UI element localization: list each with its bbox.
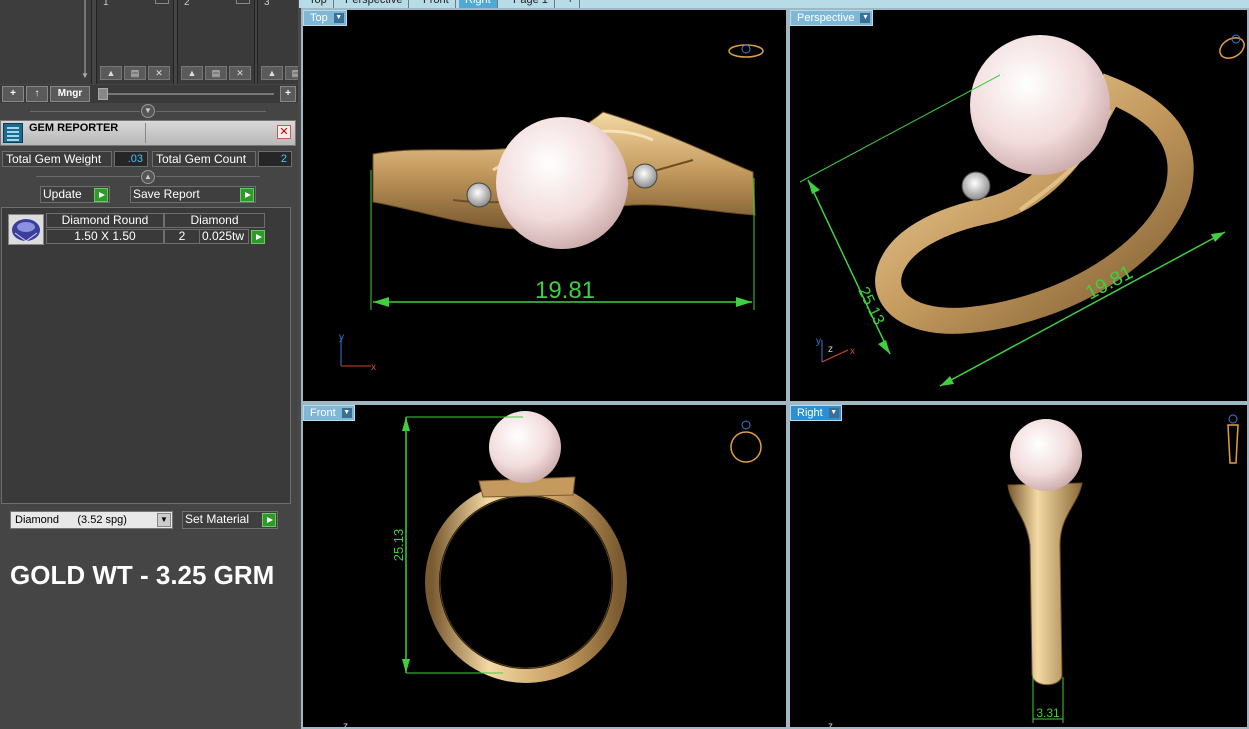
gem-reporter-header: GEM REPORTER ✕ bbox=[0, 120, 296, 146]
left-panel: ▼ 1 ▲ ▤ ✕ 2 ▲ ▤ ✕ 3 ▲ ▤ + ↑ Mngr + ▼ GEM… bbox=[0, 0, 298, 729]
tab-page-1[interactable]: Page 1 bbox=[507, 0, 555, 8]
play-icon bbox=[94, 188, 108, 202]
slot-save-icon[interactable]: ▤ bbox=[205, 66, 227, 80]
move-up-button[interactable]: ↑ bbox=[26, 86, 48, 102]
gold-weight-annotation: GOLD WT - 3.25 GRM bbox=[10, 560, 275, 590]
viewport-perspective[interactable]: 25.13 19.81 y z x Perspective ▼ bbox=[788, 8, 1249, 403]
gem-quantity: 2 bbox=[164, 229, 200, 244]
close-icon[interactable]: ✕ bbox=[277, 125, 291, 139]
layer-slot-3[interactable]: 3 ▲ ▤ bbox=[257, 0, 298, 84]
gem-list: Diamond Round 1.50 X 1.50 Diamond 2 0.02… bbox=[1, 207, 291, 504]
set-material-button[interactable]: Set Material bbox=[182, 511, 278, 529]
chevron-down-icon[interactable]: ▼ bbox=[333, 13, 344, 23]
front-view-render: 25.13 z bbox=[343, 411, 762, 729]
play-icon bbox=[240, 188, 254, 202]
slot-save-icon[interactable]: ▤ bbox=[285, 66, 298, 80]
collapse-toggle-icon[interactable]: ▼ bbox=[141, 104, 155, 118]
axis-x-label: x bbox=[371, 362, 376, 373]
update-label: Update bbox=[43, 187, 82, 201]
slot-close-icon[interactable]: ✕ bbox=[229, 66, 251, 80]
axis-z-label: z bbox=[828, 721, 833, 729]
update-button[interactable]: Update bbox=[40, 186, 110, 203]
material-selected: Diamond (3.52 spg) bbox=[15, 514, 127, 526]
slot-preview-icon bbox=[155, 0, 169, 4]
slot-up-icon[interactable]: ▲ bbox=[100, 66, 122, 80]
slot-save-icon[interactable]: ▤ bbox=[124, 66, 146, 80]
top-view-render: 19.81 y x bbox=[339, 44, 764, 373]
slot-up-icon[interactable]: ▲ bbox=[261, 66, 283, 80]
gem-material: Diamond bbox=[164, 213, 265, 228]
ring-thumbnail-icon bbox=[730, 420, 762, 463]
slider-handle[interactable] bbox=[98, 88, 108, 100]
chevron-down-icon[interactable]: ▼ bbox=[157, 513, 171, 527]
axis-z-label: z bbox=[828, 344, 833, 355]
gem-weight: 0.025tw bbox=[199, 229, 249, 244]
row-action-icon[interactable] bbox=[251, 230, 265, 244]
total-gem-weight-label: Total Gem Weight bbox=[2, 151, 112, 167]
right-dimension-label: 3.31 bbox=[1036, 706, 1060, 720]
viewport-label-right[interactable]: Right ▼ bbox=[790, 405, 842, 421]
ring-thumbnail-icon bbox=[728, 44, 764, 58]
gem-shape: Diamond Round bbox=[46, 213, 164, 228]
gem-reporter-title: GEM REPORTER bbox=[29, 122, 119, 134]
ring-thumbnail-icon bbox=[1227, 414, 1239, 464]
gem-size: 1.50 X 1.50 bbox=[46, 229, 164, 244]
axis-x-label: x bbox=[850, 346, 855, 357]
chevron-down-icon[interactable]: ▼ bbox=[341, 408, 352, 418]
tab-perspective[interactable]: Perspective bbox=[339, 0, 410, 8]
gem-reporter-icon bbox=[3, 123, 23, 143]
layer-slot-2[interactable]: 2 ▲ ▤ ✕ bbox=[177, 0, 255, 84]
scroll-down-icon[interactable]: ▼ bbox=[80, 72, 90, 80]
tab-top[interactable]: Top bbox=[303, 0, 334, 8]
ring-thumbnail-icon bbox=[1219, 34, 1245, 59]
manager-button[interactable]: Mngr bbox=[50, 86, 90, 102]
tab-front[interactable]: Front bbox=[417, 0, 456, 8]
chevron-down-icon[interactable]: ▼ bbox=[828, 408, 839, 418]
axis-y-label: y bbox=[339, 332, 344, 343]
total-gem-count-value: 2 bbox=[258, 151, 292, 167]
collapse-toggle-icon[interactable]: ▲ bbox=[141, 170, 155, 184]
material-dropdown[interactable]: Diamond (3.52 spg) ▼ bbox=[10, 511, 173, 529]
set-material-label: Set Material bbox=[185, 512, 250, 526]
tab-add[interactable]: + bbox=[561, 0, 581, 8]
viewport-front[interactable]: 25.13 z Front ▼ bbox=[301, 403, 788, 729]
front-dimension-label: 25.13 bbox=[391, 529, 406, 562]
perspective-view-render: 25.13 19.81 y z x bbox=[799, 34, 1245, 387]
total-gem-weight-value: .03 bbox=[114, 151, 148, 167]
slot-close-icon[interactable]: ✕ bbox=[148, 66, 170, 80]
slot-number: 1 bbox=[103, 0, 109, 8]
add-slot-button[interactable]: + bbox=[280, 86, 296, 102]
viewport-tabs: Top Perspective Front Right Page 1 + bbox=[299, 0, 1249, 8]
viewport-right[interactable]: 3.31 z Right ▼ bbox=[788, 403, 1249, 729]
tab-right[interactable]: Right bbox=[459, 0, 498, 8]
axis-z-label: z bbox=[343, 721, 348, 729]
slot-number: 3 bbox=[264, 0, 270, 8]
slot-up-icon[interactable]: ▲ bbox=[181, 66, 203, 80]
chevron-down-icon[interactable]: ▼ bbox=[860, 13, 871, 23]
zoom-slider[interactable] bbox=[98, 87, 278, 101]
save-report-button[interactable]: Save Report bbox=[130, 186, 256, 203]
layer-slot-1[interactable]: 1 ▲ ▤ ✕ bbox=[96, 0, 174, 84]
top-dimension-label: 19.81 bbox=[535, 277, 595, 304]
slot-number: 2 bbox=[184, 0, 190, 8]
add-layer-button[interactable]: + bbox=[2, 86, 24, 102]
axis-y-label: y bbox=[816, 336, 821, 347]
gem-thumbnail[interactable] bbox=[8, 214, 44, 245]
vertical-scrollbar[interactable]: ▼ bbox=[80, 0, 90, 80]
viewport-label-front[interactable]: Front ▼ bbox=[303, 405, 355, 421]
slot-preview-icon bbox=[236, 0, 250, 4]
save-report-label: Save Report bbox=[133, 187, 200, 201]
play-icon bbox=[262, 513, 276, 527]
layer-strip: ▼ bbox=[0, 0, 92, 84]
total-gem-count-label: Total Gem Count bbox=[152, 151, 256, 167]
viewport-label-perspective[interactable]: Perspective ▼ bbox=[790, 10, 874, 26]
viewport-top[interactable]: 19.81 y x Top ▼ bbox=[301, 8, 788, 403]
viewport-label-top[interactable]: Top ▼ bbox=[303, 10, 347, 26]
right-view-render: 3.31 z bbox=[828, 414, 1239, 729]
